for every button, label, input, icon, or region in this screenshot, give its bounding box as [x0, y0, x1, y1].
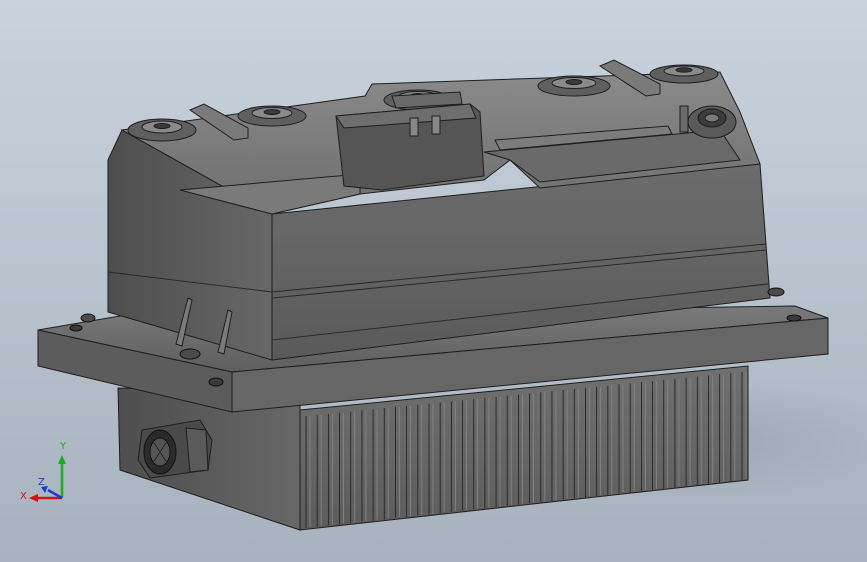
axis-triad: Y X Z	[14, 440, 74, 510]
x-axis-label: X	[20, 491, 27, 502]
round-connector[interactable]	[137, 419, 213, 479]
x-axis-arrowhead	[29, 494, 38, 502]
terminal-5	[649, 64, 719, 84]
terminal-2	[237, 105, 307, 127]
controller-3d-model[interactable]	[0, 0, 867, 562]
y-axis-label: Y	[60, 441, 67, 452]
cad-viewport[interactable]: Y X Z	[0, 0, 867, 562]
terminal-1	[127, 118, 197, 142]
z-axis-label: Z	[38, 477, 45, 488]
y-axis-arrowhead	[58, 455, 66, 464]
terminal-4	[537, 75, 611, 97]
